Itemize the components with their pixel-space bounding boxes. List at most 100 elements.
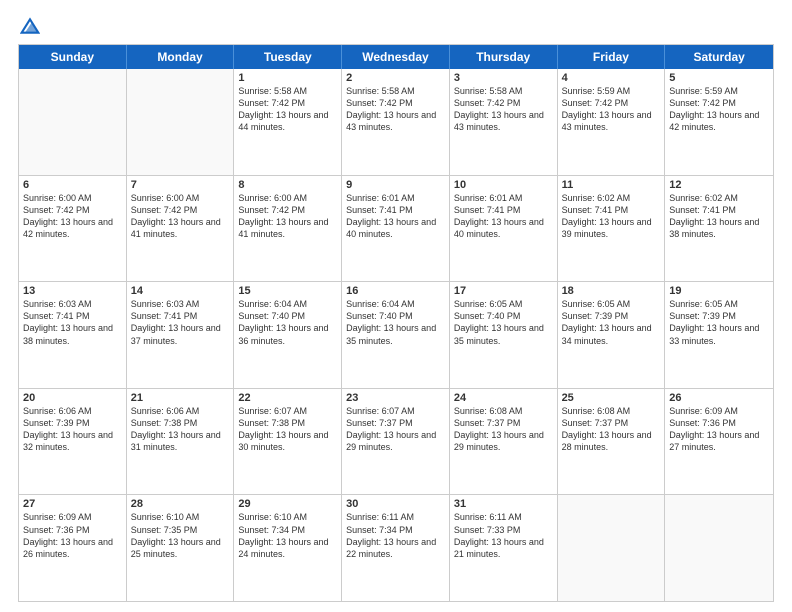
day-number: 12 [669, 179, 769, 191]
cell-info: Sunrise: 6:11 AM Sunset: 7:34 PM Dayligh… [346, 511, 445, 560]
calendar-cell: 4Sunrise: 5:59 AM Sunset: 7:42 PM Daylig… [558, 69, 666, 175]
calendar-cell: 12Sunrise: 6:02 AM Sunset: 7:41 PM Dayli… [665, 176, 773, 282]
calendar-body: 1Sunrise: 5:58 AM Sunset: 7:42 PM Daylig… [19, 69, 773, 601]
calendar-cell: 30Sunrise: 6:11 AM Sunset: 7:34 PM Dayli… [342, 495, 450, 601]
cell-info: Sunrise: 6:05 AM Sunset: 7:39 PM Dayligh… [669, 298, 769, 347]
calendar-row: 20Sunrise: 6:06 AM Sunset: 7:39 PM Dayli… [19, 388, 773, 495]
calendar-cell: 5Sunrise: 5:59 AM Sunset: 7:42 PM Daylig… [665, 69, 773, 175]
cell-info: Sunrise: 6:00 AM Sunset: 7:42 PM Dayligh… [131, 192, 230, 241]
calendar-cell: 14Sunrise: 6:03 AM Sunset: 7:41 PM Dayli… [127, 282, 235, 388]
calendar-cell [558, 495, 666, 601]
cell-info: Sunrise: 5:58 AM Sunset: 7:42 PM Dayligh… [454, 85, 553, 134]
cell-info: Sunrise: 6:08 AM Sunset: 7:37 PM Dayligh… [562, 405, 661, 454]
calendar-cell: 16Sunrise: 6:04 AM Sunset: 7:40 PM Dayli… [342, 282, 450, 388]
day-number: 15 [238, 285, 337, 297]
day-number: 22 [238, 392, 337, 404]
day-number: 24 [454, 392, 553, 404]
calendar-cell: 2Sunrise: 5:58 AM Sunset: 7:42 PM Daylig… [342, 69, 450, 175]
calendar-cell: 25Sunrise: 6:08 AM Sunset: 7:37 PM Dayli… [558, 389, 666, 495]
logo-icon [20, 16, 40, 36]
calendar-cell: 7Sunrise: 6:00 AM Sunset: 7:42 PM Daylig… [127, 176, 235, 282]
cell-info: Sunrise: 6:06 AM Sunset: 7:38 PM Dayligh… [131, 405, 230, 454]
cell-info: Sunrise: 6:01 AM Sunset: 7:41 PM Dayligh… [454, 192, 553, 241]
logo [18, 16, 40, 36]
day-number: 8 [238, 179, 337, 191]
weekday-header: Wednesday [342, 45, 450, 69]
calendar-cell [19, 69, 127, 175]
weekday-header: Friday [558, 45, 666, 69]
day-number: 27 [23, 498, 122, 510]
calendar-cell: 29Sunrise: 6:10 AM Sunset: 7:34 PM Dayli… [234, 495, 342, 601]
day-number: 20 [23, 392, 122, 404]
calendar-cell [127, 69, 235, 175]
day-number: 1 [238, 72, 337, 84]
cell-info: Sunrise: 6:04 AM Sunset: 7:40 PM Dayligh… [238, 298, 337, 347]
cell-info: Sunrise: 6:03 AM Sunset: 7:41 PM Dayligh… [23, 298, 122, 347]
day-number: 4 [562, 72, 661, 84]
day-number: 3 [454, 72, 553, 84]
cell-info: Sunrise: 6:07 AM Sunset: 7:37 PM Dayligh… [346, 405, 445, 454]
day-number: 18 [562, 285, 661, 297]
calendar-cell: 11Sunrise: 6:02 AM Sunset: 7:41 PM Dayli… [558, 176, 666, 282]
calendar-cell: 19Sunrise: 6:05 AM Sunset: 7:39 PM Dayli… [665, 282, 773, 388]
cell-info: Sunrise: 6:09 AM Sunset: 7:36 PM Dayligh… [23, 511, 122, 560]
day-number: 7 [131, 179, 230, 191]
day-number: 5 [669, 72, 769, 84]
cell-info: Sunrise: 6:10 AM Sunset: 7:34 PM Dayligh… [238, 511, 337, 560]
calendar-page: SundayMondayTuesdayWednesdayThursdayFrid… [0, 0, 792, 612]
cell-info: Sunrise: 6:01 AM Sunset: 7:41 PM Dayligh… [346, 192, 445, 241]
calendar-cell: 9Sunrise: 6:01 AM Sunset: 7:41 PM Daylig… [342, 176, 450, 282]
day-number: 29 [238, 498, 337, 510]
cell-info: Sunrise: 6:08 AM Sunset: 7:37 PM Dayligh… [454, 405, 553, 454]
calendar-cell: 1Sunrise: 5:58 AM Sunset: 7:42 PM Daylig… [234, 69, 342, 175]
day-number: 25 [562, 392, 661, 404]
calendar-cell: 22Sunrise: 6:07 AM Sunset: 7:38 PM Dayli… [234, 389, 342, 495]
day-number: 30 [346, 498, 445, 510]
cell-info: Sunrise: 6:00 AM Sunset: 7:42 PM Dayligh… [23, 192, 122, 241]
cell-info: Sunrise: 6:09 AM Sunset: 7:36 PM Dayligh… [669, 405, 769, 454]
cell-info: Sunrise: 6:11 AM Sunset: 7:33 PM Dayligh… [454, 511, 553, 560]
day-number: 26 [669, 392, 769, 404]
calendar-row: 1Sunrise: 5:58 AM Sunset: 7:42 PM Daylig… [19, 69, 773, 175]
day-number: 19 [669, 285, 769, 297]
calendar-header: SundayMondayTuesdayWednesdayThursdayFrid… [19, 45, 773, 69]
calendar-cell: 13Sunrise: 6:03 AM Sunset: 7:41 PM Dayli… [19, 282, 127, 388]
cell-info: Sunrise: 6:07 AM Sunset: 7:38 PM Dayligh… [238, 405, 337, 454]
cell-info: Sunrise: 6:05 AM Sunset: 7:39 PM Dayligh… [562, 298, 661, 347]
calendar-cell: 31Sunrise: 6:11 AM Sunset: 7:33 PM Dayli… [450, 495, 558, 601]
cell-info: Sunrise: 5:59 AM Sunset: 7:42 PM Dayligh… [669, 85, 769, 134]
calendar-cell: 21Sunrise: 6:06 AM Sunset: 7:38 PM Dayli… [127, 389, 235, 495]
calendar-row: 13Sunrise: 6:03 AM Sunset: 7:41 PM Dayli… [19, 281, 773, 388]
calendar-cell: 6Sunrise: 6:00 AM Sunset: 7:42 PM Daylig… [19, 176, 127, 282]
cell-info: Sunrise: 6:10 AM Sunset: 7:35 PM Dayligh… [131, 511, 230, 560]
cell-info: Sunrise: 6:06 AM Sunset: 7:39 PM Dayligh… [23, 405, 122, 454]
day-number: 6 [23, 179, 122, 191]
weekday-header: Saturday [665, 45, 773, 69]
day-number: 10 [454, 179, 553, 191]
calendar-cell: 8Sunrise: 6:00 AM Sunset: 7:42 PM Daylig… [234, 176, 342, 282]
cell-info: Sunrise: 5:59 AM Sunset: 7:42 PM Dayligh… [562, 85, 661, 134]
cell-info: Sunrise: 6:02 AM Sunset: 7:41 PM Dayligh… [562, 192, 661, 241]
calendar-cell [665, 495, 773, 601]
day-number: 11 [562, 179, 661, 191]
day-number: 9 [346, 179, 445, 191]
calendar-row: 6Sunrise: 6:00 AM Sunset: 7:42 PM Daylig… [19, 175, 773, 282]
calendar-cell: 10Sunrise: 6:01 AM Sunset: 7:41 PM Dayli… [450, 176, 558, 282]
cell-info: Sunrise: 5:58 AM Sunset: 7:42 PM Dayligh… [238, 85, 337, 134]
calendar-cell: 28Sunrise: 6:10 AM Sunset: 7:35 PM Dayli… [127, 495, 235, 601]
day-number: 23 [346, 392, 445, 404]
weekday-header: Monday [127, 45, 235, 69]
day-number: 13 [23, 285, 122, 297]
page-header [18, 16, 774, 36]
calendar: SundayMondayTuesdayWednesdayThursdayFrid… [18, 44, 774, 602]
calendar-cell: 24Sunrise: 6:08 AM Sunset: 7:37 PM Dayli… [450, 389, 558, 495]
calendar-cell: 23Sunrise: 6:07 AM Sunset: 7:37 PM Dayli… [342, 389, 450, 495]
day-number: 17 [454, 285, 553, 297]
calendar-cell: 17Sunrise: 6:05 AM Sunset: 7:40 PM Dayli… [450, 282, 558, 388]
calendar-row: 27Sunrise: 6:09 AM Sunset: 7:36 PM Dayli… [19, 494, 773, 601]
calendar-cell: 20Sunrise: 6:06 AM Sunset: 7:39 PM Dayli… [19, 389, 127, 495]
calendar-cell: 15Sunrise: 6:04 AM Sunset: 7:40 PM Dayli… [234, 282, 342, 388]
day-number: 21 [131, 392, 230, 404]
cell-info: Sunrise: 6:05 AM Sunset: 7:40 PM Dayligh… [454, 298, 553, 347]
cell-info: Sunrise: 6:02 AM Sunset: 7:41 PM Dayligh… [669, 192, 769, 241]
